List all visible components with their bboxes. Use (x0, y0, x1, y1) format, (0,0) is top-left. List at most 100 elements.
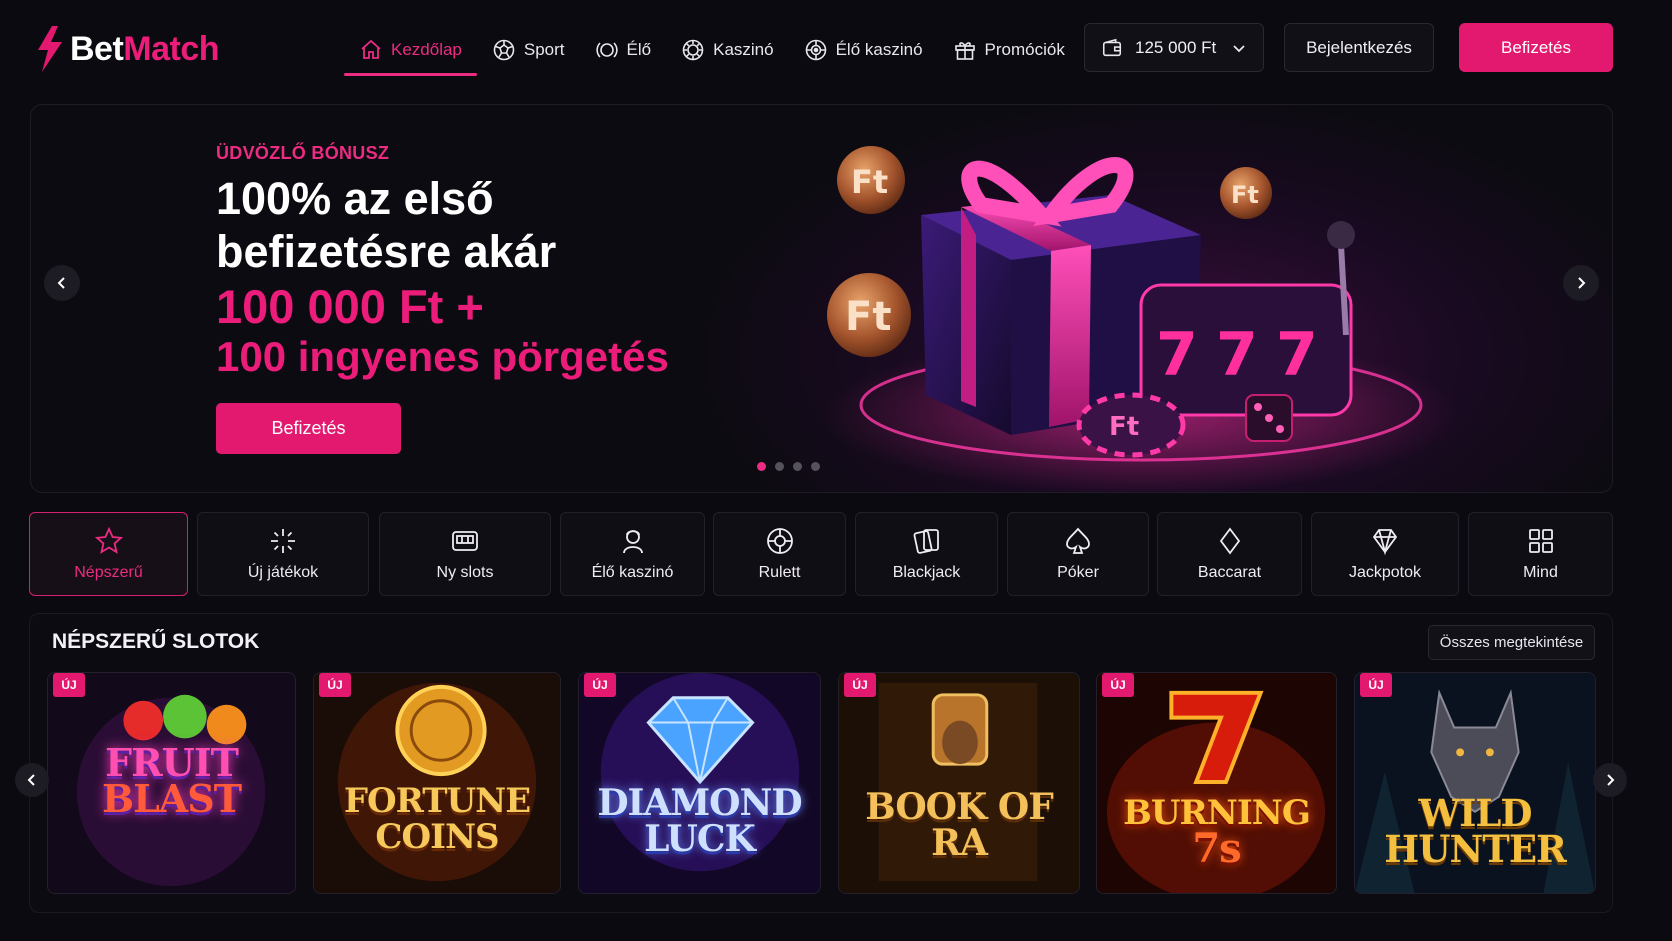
nav-item-promotions[interactable]: Promóciók (938, 24, 1080, 76)
category-all[interactable]: Mind (1468, 512, 1613, 596)
carousel-dot[interactable] (775, 462, 784, 471)
brand-name-part2: Match (123, 29, 220, 68)
slots-prev-button[interactable] (15, 763, 49, 797)
nav-label: Élő kaszinó (835, 40, 923, 59)
dealer-icon (622, 530, 643, 554)
chevron-right-icon (1578, 277, 1586, 289)
game-title: FRUIT BLAST (48, 744, 295, 821)
coin-label: Ft (1231, 181, 1259, 209)
category-roulette[interactable]: Rulett (713, 512, 846, 596)
cards-icon (913, 529, 939, 554)
brand-name: BetMatch (70, 29, 220, 69)
game-title-line2: BLAST (101, 776, 242, 821)
category-label: Ny slots (436, 564, 494, 581)
grid-icon (1528, 529, 1553, 553)
nav-label: Kaszinó (713, 40, 774, 59)
carousel-dots (757, 462, 820, 471)
category-blackjack[interactable]: Blackjack (855, 512, 998, 596)
chip-label: Ft (1109, 412, 1139, 442)
wallet-icon (1102, 38, 1122, 56)
diamond-suit-icon (1219, 527, 1240, 555)
deposit-button[interactable]: Befizetés (1459, 23, 1613, 72)
hero-free-spins: 100 ingyenes pörgetés (216, 333, 669, 380)
new-badge: ÚJ (584, 673, 616, 697)
nav-label: Élő (626, 40, 652, 59)
carousel-dot[interactable] (757, 462, 766, 471)
wallet-balance: 125 000 Ft (1135, 37, 1217, 57)
new-badge: ÚJ (1102, 673, 1134, 697)
game-title-line2: LUCK (644, 818, 756, 860)
carousel-dot[interactable] (811, 462, 820, 471)
home-icon (361, 39, 381, 59)
category-label: Póker (1057, 564, 1099, 581)
hero-prev-button[interactable] (44, 265, 80, 301)
nav-item-sport[interactable]: Sport (477, 24, 580, 76)
category-slots[interactable]: Ny slots (379, 512, 551, 596)
nav-item-home[interactable]: Kezdőlap (344, 24, 477, 76)
new-badge: ÚJ (1360, 673, 1392, 697)
hero-bonus-amount: 100 000 Ft + (216, 280, 484, 333)
spade-icon (1066, 527, 1090, 554)
main-nav: Kezdőlap Sport Élő Kaszinó Élő kaszinó P… (344, 24, 1080, 76)
view-all-button[interactable]: Összes megtekintése (1428, 625, 1595, 660)
slot-machine-icon (452, 531, 478, 551)
roulette-icon (766, 528, 793, 554)
section-title: NÉPSZERŰ SLOTOK (52, 630, 260, 653)
category-label: Mind (1523, 564, 1558, 581)
chevron-left-icon (57, 277, 65, 289)
hero-next-button[interactable] (1563, 265, 1599, 301)
game-tile-book-of-ra[interactable]: ÚJ BOOK OF RA (838, 672, 1080, 894)
carousel-dot[interactable] (793, 462, 802, 471)
wallet-balance-dropdown[interactable]: 125 000 Ft (1084, 23, 1264, 72)
gem-icon (1372, 529, 1398, 556)
category-live-casino[interactable]: Élő kaszinó (560, 512, 705, 596)
nav-label: Promóciók (984, 40, 1065, 59)
star-icon (94, 526, 123, 554)
game-tile-fortune-coins[interactable]: ÚJ FORTUNE COINS (313, 672, 561, 894)
game-title-line2: COINS (375, 817, 499, 857)
nav-item-casino[interactable]: Kaszinó (666, 24, 788, 76)
casino-chip-icon (682, 39, 704, 61)
game-tile-fruit-blast[interactable]: ÚJ FRUIT BLAST (47, 672, 296, 894)
login-button[interactable]: Bejelentkezés (1284, 23, 1434, 72)
hero-deposit-button[interactable]: Befizetés (216, 403, 401, 454)
gift-icon (954, 42, 975, 60)
game-tile-diamond-luck[interactable]: ÚJ DIAMOND LUCK (578, 672, 821, 894)
hero-banner: ÜDVÖZLŐ BÓNUSZ 100% az első befizetésre … (30, 104, 1613, 493)
brand-logo[interactable]: BetMatch (32, 24, 220, 74)
game-title: WILD HUNTER (1355, 745, 1595, 868)
chevron-down-icon (1233, 44, 1245, 52)
reel-seven: 7 (1216, 320, 1258, 390)
hero-headline-line2: befizetésre akár (216, 226, 557, 277)
game-title: FORTUNE COINS (314, 745, 560, 855)
nav-item-live[interactable]: Élő (580, 24, 667, 76)
game-tile-burning-7s[interactable]: ÚJ BURNING 7s (1096, 672, 1337, 894)
category-label: Blackjack (892, 564, 961, 581)
category-jackpots[interactable]: Jackpotok (1311, 512, 1459, 596)
category-poker[interactable]: Póker (1007, 512, 1149, 596)
nav-label: Sport (523, 40, 565, 59)
live-icon (595, 42, 618, 58)
category-popular[interactable]: Népszerű (29, 512, 188, 596)
category-label: Élő kaszinó (591, 564, 674, 581)
game-title-line1: FORTUNE (343, 781, 531, 821)
lightning-bolt-icon (38, 26, 62, 72)
hero-gift-slot-illustration: 7 7 7 Ft Ft Ft Ft (821, 146, 1461, 492)
chevron-left-icon (27, 774, 35, 786)
slots-next-button[interactable] (1593, 763, 1627, 797)
category-label: Baccarat (1197, 564, 1262, 581)
game-title-line1: DIAMOND (597, 782, 802, 824)
game-title-line2: RA (931, 822, 988, 864)
coin-label: Ft (845, 294, 891, 340)
new-badge: ÚJ (319, 673, 351, 697)
game-title: BURNING 7s (1097, 745, 1336, 869)
new-badge: ÚJ (53, 673, 85, 697)
category-label: Új játékok (247, 564, 319, 581)
game-tile-wild-hunter[interactable]: ÚJ WILD HUNTER (1354, 672, 1596, 894)
live-casino-icon (805, 39, 826, 61)
game-title-line1: BOOK OF (865, 786, 1054, 828)
category-baccarat[interactable]: Baccarat (1157, 512, 1302, 596)
nav-item-live-casino[interactable]: Élő kaszinó (789, 24, 938, 76)
category-new-games[interactable]: Új játékok (197, 512, 369, 596)
game-title: BOOK OF RA (839, 745, 1079, 861)
